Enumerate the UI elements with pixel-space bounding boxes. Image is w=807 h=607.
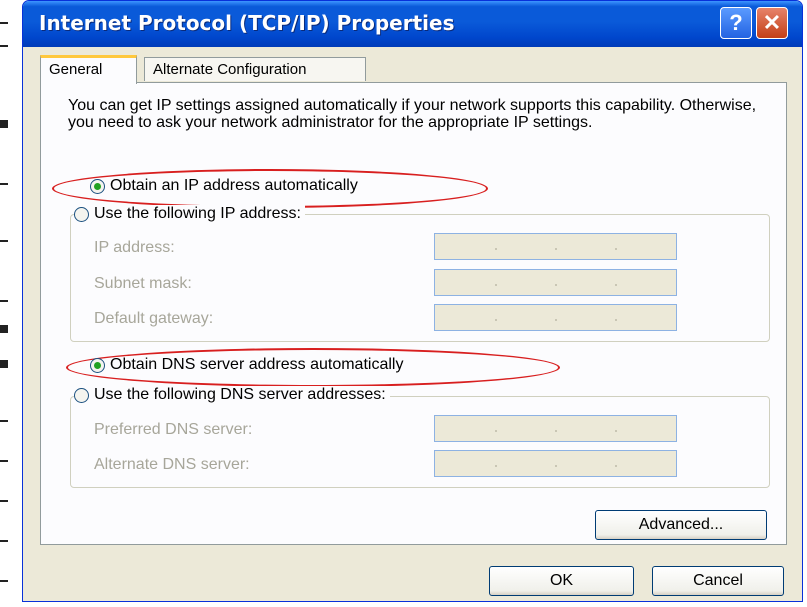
- radio-label: Obtain DNS server address automatically: [110, 356, 404, 373]
- window-title: Internet Protocol (TCP/IP) Properties: [39, 11, 455, 35]
- default-gateway-field[interactable]: [434, 304, 677, 331]
- radio-obtain-dns-automatically[interactable]: Obtain DNS server address automatically: [90, 356, 403, 374]
- general-tab-panel: You can get IP settings assigned automat…: [40, 82, 787, 545]
- subnet-mask-field[interactable]: [434, 269, 677, 296]
- alternate-dns-label: Alternate DNS server:: [94, 456, 250, 473]
- radio-label: Use the following IP address:: [94, 205, 301, 222]
- alternate-dns-field[interactable]: [434, 450, 677, 477]
- close-icon: ✕: [762, 10, 782, 35]
- preferred-dns-label: Preferred DNS server:: [94, 421, 253, 438]
- radio-button[interactable]: [74, 387, 89, 403]
- radio-use-following-ip[interactable]: Use the following IP address:: [74, 205, 305, 223]
- help-icon: ?: [729, 10, 743, 35]
- ip-address-field[interactable]: [434, 233, 677, 260]
- ip-address-label: IP address:: [94, 239, 175, 256]
- help-button[interactable]: ?: [720, 7, 752, 39]
- subnet-mask-label: Subnet mask:: [94, 275, 192, 292]
- tab-alternate-configuration[interactable]: Alternate Configuration: [144, 57, 366, 81]
- ok-button[interactable]: OK: [489, 566, 634, 596]
- default-gateway-label: Default gateway:: [94, 310, 214, 327]
- title-bar[interactable]: Internet Protocol (TCP/IP) Properties ? …: [23, 1, 802, 47]
- advanced-button[interactable]: Advanced...: [595, 510, 767, 540]
- radio-button-checked[interactable]: [90, 357, 105, 373]
- radio-button[interactable]: [74, 206, 89, 222]
- background-edge-marks: [0, 0, 22, 607]
- tab-general[interactable]: General: [40, 55, 137, 84]
- close-button[interactable]: ✕: [756, 7, 788, 39]
- tcpip-properties-dialog: Internet Protocol (TCP/IP) Properties ? …: [22, 0, 803, 602]
- radio-label: Obtain an IP address automatically: [110, 177, 358, 194]
- radio-button-checked[interactable]: [90, 178, 105, 194]
- radio-obtain-ip-automatically[interactable]: Obtain an IP address automatically: [90, 177, 358, 195]
- radio-use-following-dns[interactable]: Use the following DNS server addresses:: [74, 386, 390, 404]
- radio-label: Use the following DNS server addresses:: [94, 386, 386, 403]
- cancel-button[interactable]: Cancel: [652, 566, 784, 596]
- preferred-dns-field[interactable]: [434, 415, 677, 442]
- intro-text: You can get IP settings assigned automat…: [68, 97, 757, 131]
